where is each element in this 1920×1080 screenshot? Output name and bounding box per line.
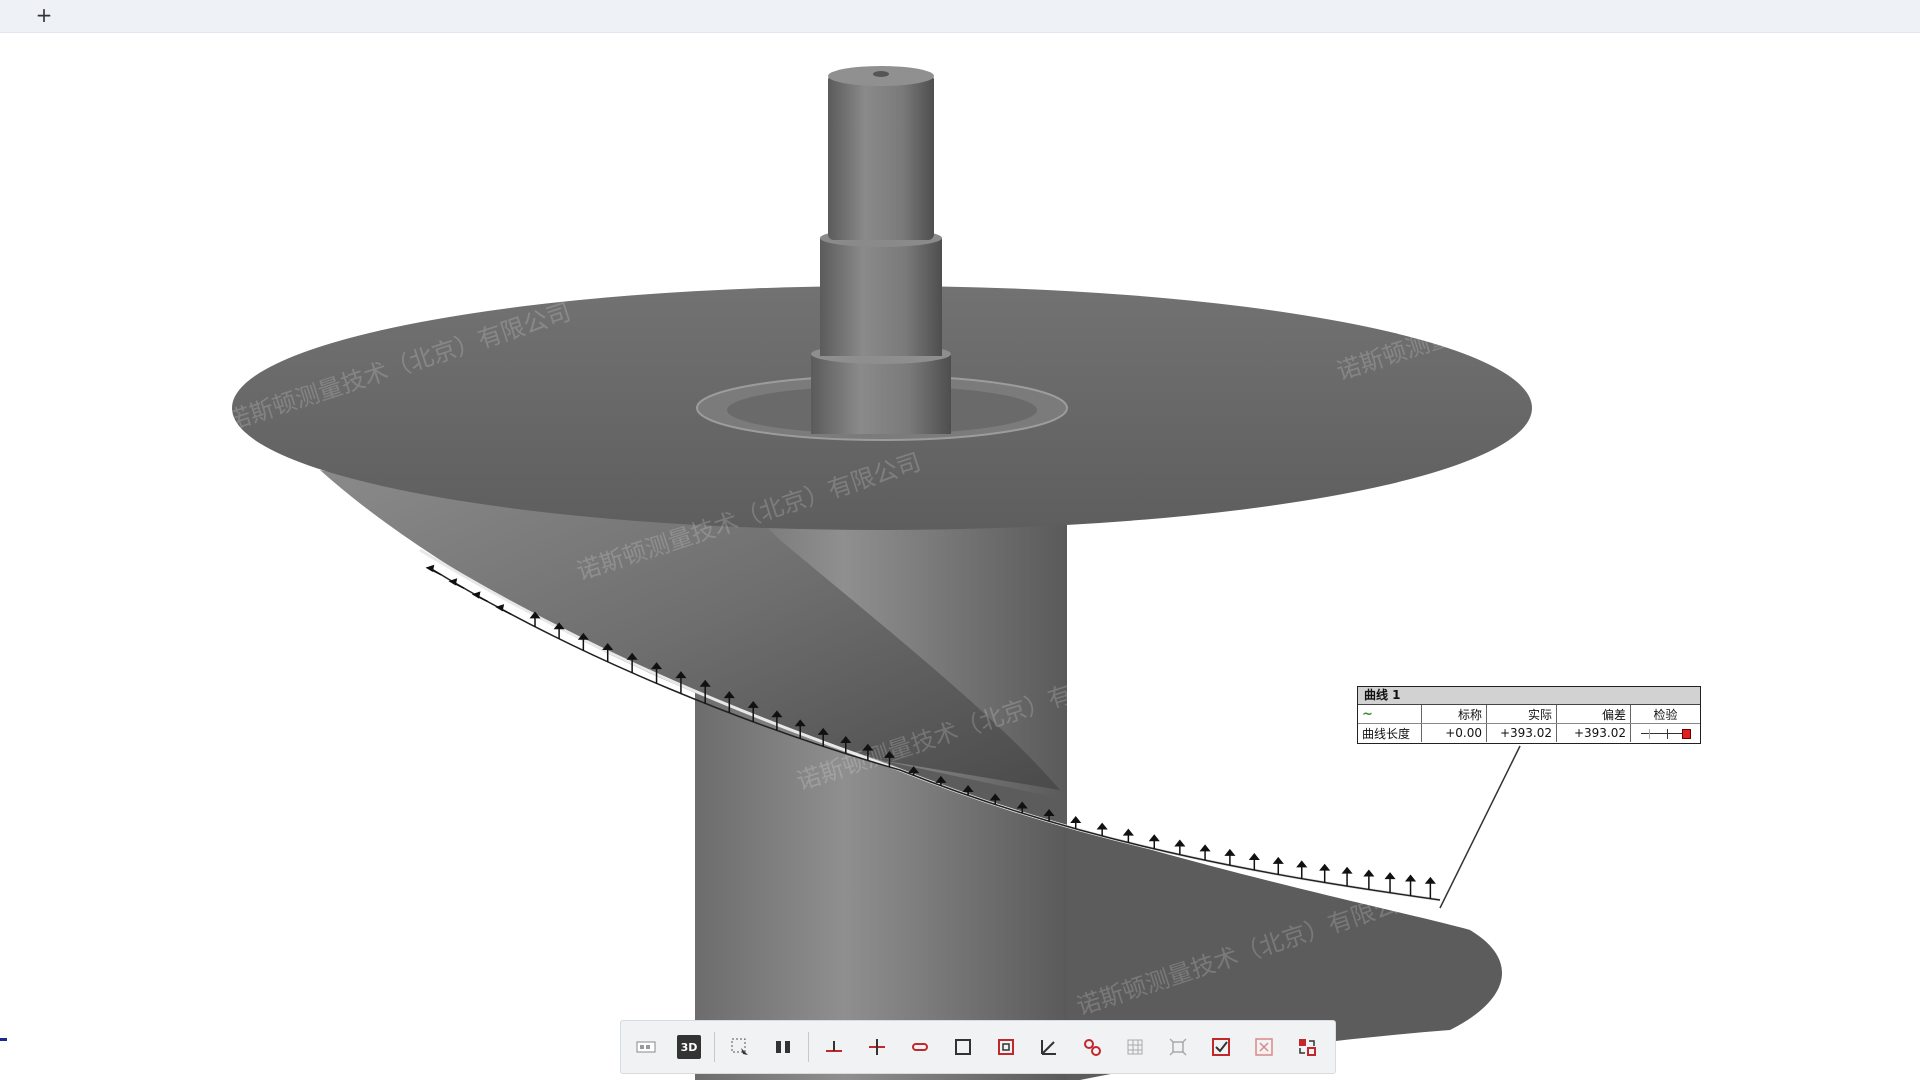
- 3d-viewport[interactable]: 诺斯顿测量技术（北京）有限公司 诺斯顿测量技术（北京）有限公司 诺斯顿测量技术（…: [0, 32, 1920, 1080]
- deviation-arrow: [1272, 856, 1284, 875]
- deviation-arrow: [1224, 848, 1236, 866]
- grid-icon: [1127, 1039, 1143, 1055]
- check-indicator: [1631, 724, 1701, 743]
- shaft-upper: [828, 74, 934, 240]
- toolbar-separator: [808, 1032, 809, 1062]
- square-frame-button[interactable]: [991, 1032, 1021, 1062]
- callout-data-row: 曲线长度 +0.00 +393.02 +393.02: [1358, 723, 1701, 743]
- grid-button[interactable]: [1120, 1032, 1150, 1062]
- out-of-tolerance-flag: [1681, 728, 1691, 739]
- split-view-button[interactable]: [768, 1032, 798, 1062]
- callout-title: 曲线 1: [1358, 687, 1700, 705]
- header-check: 检验: [1630, 705, 1700, 724]
- check-icon: [1212, 1038, 1230, 1056]
- callout-header-row: ~ 标称 实际 偏差 检验: [1358, 705, 1700, 724]
- bottom-toolbar: 3D: [620, 1020, 1336, 1074]
- split-view-icon: [776, 1041, 790, 1053]
- square-frame-icon: [998, 1039, 1014, 1055]
- watermark-5: 诺斯顿测量技术（北京）有限公司: [1333, 248, 1684, 386]
- deviation-arrow: [1248, 853, 1260, 871]
- toolbar-separator: [714, 1032, 715, 1062]
- view-3d-icon: 3D: [680, 1040, 698, 1054]
- row-label: 曲线长度: [1358, 723, 1422, 742]
- circles-button[interactable]: [1077, 1032, 1107, 1062]
- auger-model[interactable]: 诺斯顿测量技术（北京）有限公司 诺斯顿测量技术（北京）有限公司 诺斯顿测量技术（…: [0, 32, 1920, 1080]
- cross-point-icon: [869, 1039, 885, 1055]
- curve-callout[interactable]: 曲线 1 ~ 标称 实际 偏差 检验 曲线长度 +0.00 +393.02 +3…: [1357, 686, 1701, 744]
- select-box-button[interactable]: [725, 1032, 755, 1062]
- slot-icon: [912, 1043, 928, 1051]
- rectangle-button[interactable]: [948, 1032, 978, 1062]
- angle-button[interactable]: [1034, 1032, 1064, 1062]
- header-nominal: 标称: [1421, 705, 1487, 724]
- deviation-arrow: [1341, 866, 1353, 887]
- point-icon: [826, 1041, 842, 1052]
- tolerance-bar: [1640, 728, 1691, 739]
- slot-button[interactable]: [905, 1032, 935, 1062]
- view-2d-button[interactable]: [631, 1032, 661, 1062]
- view-2d-icon: [636, 1041, 656, 1053]
- view-3d-button[interactable]: 3D: [677, 1035, 701, 1059]
- deviation-arrow: [1363, 869, 1375, 890]
- transform-icon: [1299, 1039, 1316, 1056]
- target-button[interactable]: [1163, 1032, 1193, 1062]
- shaft-middle: [820, 238, 942, 356]
- transform-button[interactable]: [1292, 1032, 1322, 1062]
- angle-icon: [1041, 1040, 1056, 1055]
- deviation-arrow: [1424, 876, 1436, 899]
- curve-type-cell: ~: [1358, 705, 1422, 724]
- header-deviation: 偏差: [1556, 705, 1631, 724]
- remove-button[interactable]: [1249, 1032, 1279, 1062]
- value-deviation: +393.02: [1556, 723, 1631, 742]
- header-actual: 实际: [1486, 705, 1557, 724]
- shaft-lower: [811, 354, 951, 434]
- deviation-arrow: [1199, 844, 1211, 861]
- value-actual: +393.02: [1486, 723, 1557, 742]
- curve-icon: ~: [1362, 706, 1373, 722]
- target-icon: [1169, 1038, 1187, 1056]
- cross-point-button[interactable]: [862, 1032, 892, 1062]
- check-button[interactable]: [1206, 1032, 1236, 1062]
- shaft-center-hole: [873, 71, 889, 77]
- select-box-icon: [731, 1038, 748, 1055]
- axis-indicator: [0, 1038, 7, 1041]
- remove-icon: [1255, 1038, 1273, 1056]
- deviation-arrow: [1296, 860, 1308, 879]
- circles-icon: [1084, 1039, 1101, 1056]
- point-button[interactable]: [819, 1032, 849, 1062]
- deviation-arrow: [1319, 863, 1331, 883]
- add-tab-button[interactable]: +: [34, 3, 54, 27]
- rectangle-icon: [955, 1039, 971, 1055]
- value-nominal: +0.00: [1421, 723, 1487, 742]
- tab-bar: +: [0, 0, 1920, 33]
- callout-leader: [1439, 745, 1521, 909]
